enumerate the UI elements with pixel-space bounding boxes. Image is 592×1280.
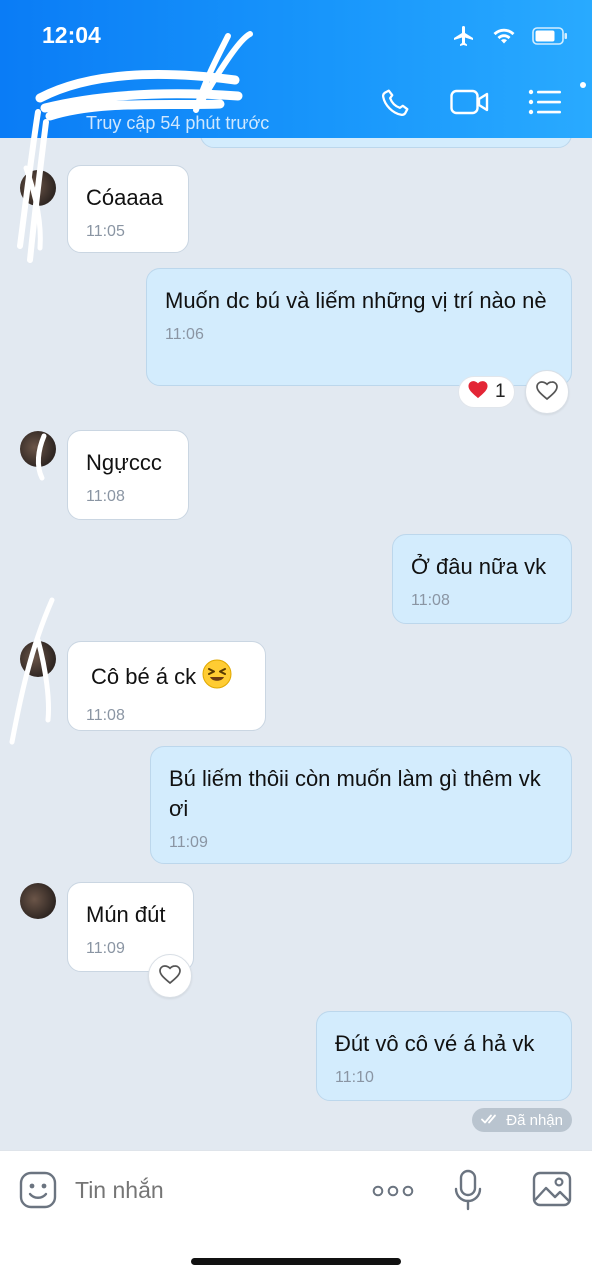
- reaction-count: 1: [495, 381, 506, 402]
- chat-area[interactable]: Cóaaaa 11:05 Muốn dc bú và liếm những vị…: [0, 138, 592, 1150]
- avatar[interactable]: [20, 883, 56, 919]
- menu-list-icon[interactable]: [528, 88, 562, 121]
- gallery-image-icon[interactable]: [532, 1171, 572, 1212]
- last-seen-status: Truy cập 54 phút trước: [86, 113, 270, 133]
- message-text-row: Cô bé á ck: [86, 659, 247, 697]
- phone-icon[interactable]: [380, 86, 412, 123]
- react-heart-button[interactable]: [148, 954, 192, 998]
- heart-reaction-icon: [467, 379, 489, 405]
- double-check-icon: [481, 1112, 501, 1129]
- message-time: 11:05: [86, 223, 125, 240]
- wifi-icon: [492, 26, 516, 51]
- heart-outline-icon: [158, 963, 182, 990]
- message-input[interactable]: [75, 1177, 335, 1204]
- previous-message-fragment: [200, 138, 572, 148]
- reaction-summary[interactable]: 1: [458, 376, 515, 408]
- message-text: Ở đâu nữa vk: [411, 554, 547, 579]
- message-text: Cô bé á ck: [91, 664, 197, 689]
- message-bubble[interactable]: Muốn dc bú và liếm những vị trí nào nè 1…: [146, 268, 572, 386]
- message-time: 11:06: [165, 326, 204, 343]
- video-call-icon[interactable]: [450, 87, 490, 122]
- sticker-icon[interactable]: [19, 1171, 57, 1214]
- message-bubble[interactable]: Ngựccc 11:08: [67, 430, 189, 520]
- home-indicator: [191, 1258, 401, 1265]
- message-text: Bú liếm thôii còn muốn làm gì thêm vk ơi: [169, 766, 541, 821]
- message-bubble[interactable]: Đút vô cô vé á hả vk 11:10: [316, 1011, 572, 1101]
- header-actions: [380, 86, 562, 123]
- message-time: 11:09: [169, 834, 208, 851]
- message-bubble[interactable]: Cóaaaa 11:05: [67, 165, 189, 253]
- avatar[interactable]: [20, 641, 56, 677]
- header-dot: [580, 82, 586, 88]
- message-text: Đút vô cô vé á hả vk: [335, 1031, 535, 1056]
- received-status-badge: Đã nhận: [472, 1108, 572, 1132]
- message-time: 11:08: [411, 592, 450, 609]
- chat-header: 12:04 Truy cập 54 phút trước: [0, 0, 592, 138]
- status-icons: [452, 24, 568, 53]
- grinning-squint-face-icon: [202, 659, 232, 697]
- message-bubble[interactable]: Ở đâu nữa vk 11:08: [392, 534, 572, 624]
- more-options-icon[interactable]: [372, 1184, 414, 1202]
- avatar[interactable]: [20, 431, 56, 467]
- message-bubble[interactable]: Cô bé á ck 11:08: [67, 641, 266, 731]
- react-heart-button[interactable]: [525, 370, 569, 414]
- avatar[interactable]: [20, 170, 56, 206]
- microphone-icon[interactable]: [453, 1169, 483, 1216]
- message-text: Ngựccc: [86, 450, 162, 475]
- message-text: Mún đút: [86, 902, 166, 927]
- airplane-mode-icon: [452, 24, 476, 53]
- message-text: Cóaaaa: [86, 185, 164, 210]
- received-status-text: Đã nhận: [506, 1111, 563, 1129]
- battery-icon: [532, 27, 568, 50]
- message-text: Muốn dc bú và liếm những vị trí nào nè: [165, 288, 547, 313]
- message-bubble[interactable]: Bú liếm thôii còn muốn làm gì thêm vk ơi…: [150, 746, 572, 864]
- status-time: 12:04: [42, 22, 101, 48]
- message-time: 11:08: [86, 488, 125, 505]
- heart-outline-icon: [535, 379, 559, 406]
- message-time: 11:08: [86, 707, 125, 724]
- message-time: 11:10: [335, 1069, 374, 1086]
